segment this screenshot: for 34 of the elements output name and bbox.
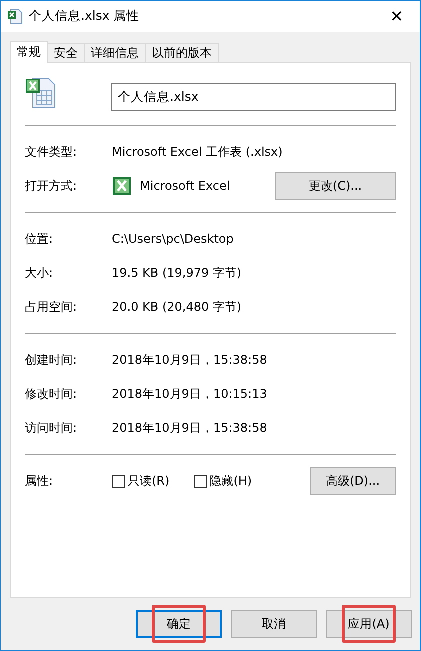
close-button[interactable]: ✕ [374,1,420,32]
field-label: 占用空间: [25,298,78,316]
advanced-button[interactable]: 高级(D)... [310,467,396,495]
spreadsheet-app-icon [112,176,132,196]
checkbox[interactable] [112,474,125,488]
field-label: 大小: [25,264,54,282]
checkbox[interactable] [194,474,207,488]
field-value: 19.5 KB (19,979 字节) [112,264,243,282]
field-label: 文件类型: [25,144,78,160]
field-label: 打开方式: [25,178,78,194]
app-name: Microsoft Excel [112,176,275,196]
field-value: 2018年10月9日，10:15:13 [112,386,268,402]
field-value: 20.0 KB (20,480 字节) [112,298,243,316]
window-title: 个人信息.xlsx 属性 [29,8,141,25]
checkbox-label: 只读(R) [128,472,170,490]
field-label: 创建时间: [25,352,78,368]
field-label: 位置: [25,230,54,248]
field-label: 访问时间: [25,420,78,436]
tab[interactable]: 以前的版本 [145,43,219,63]
dialog-button[interactable]: 应用(A) [326,610,412,638]
spreadsheet-file-icon [25,77,57,109]
field-value: Microsoft Excel 工作表 (.xlsx) [112,144,284,160]
field-value: 2018年10月9日，15:38:58 [112,420,268,436]
checkbox-label: 隐藏(H) [210,472,252,490]
field-value: 2018年10月9日，15:38:58 [112,352,268,368]
change-button[interactable]: 更改(C)... [275,172,396,200]
field-label: 属性: [25,472,54,490]
field-value: C:\Users\pc\Desktop [112,232,235,246]
dialog-button[interactable]: 取消 [231,610,317,638]
field-label: 修改时间: [25,386,78,402]
dialog-button[interactable]: 确定 [136,610,222,638]
file-name-field[interactable]: 个人信息.xlsx [111,83,396,111]
spreadsheet-file-icon [7,8,23,24]
tab[interactable]: 常规 [10,41,48,63]
